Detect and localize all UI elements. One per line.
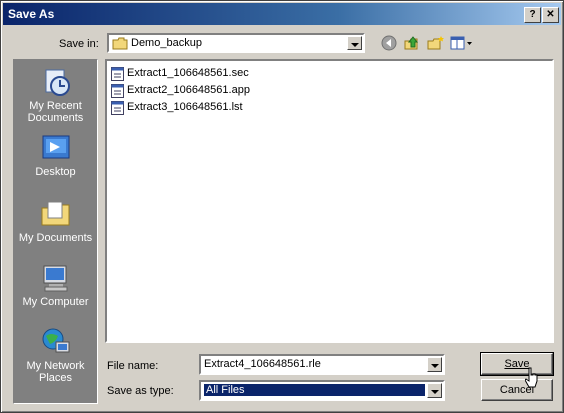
save-in-value: Demo_backup [131,37,202,49]
save-as-dialog: Save As ? ✕ Save in: Demo_backup My Rece… [0,0,564,413]
save-as-type-label: Save as type: [107,385,174,397]
place-desktop[interactable]: Desktop [14,132,97,178]
up-folder-icon[interactable] [404,35,420,51]
folder-icon [112,37,128,50]
new-folder-icon[interactable] [427,35,445,51]
file-name: Extract1_106648561.sec [127,67,249,79]
file-name-value: Extract4_106648561.rle [204,358,321,370]
my-documents-icon [41,201,69,226]
places-bar: My Recent Documents Desktop My Documents [13,59,98,404]
place-recent-documents[interactable]: My Recent Documents [14,66,97,124]
cancel-button[interactable]: Cancel [481,379,553,401]
place-my-documents[interactable]: My Documents [14,198,97,244]
file-icon [111,67,124,81]
recent-documents-icon [45,69,70,96]
save-in-dropdown[interactable]: Demo_backup [107,33,365,53]
save-button[interactable]: Save [480,352,554,376]
title-bar: Save As ? ✕ [3,3,561,25]
place-label: Desktop [35,166,76,178]
back-icon[interactable] [381,35,397,51]
file-name: Extract2_106648561.app [127,84,250,96]
save-in-label: Save in: [59,38,99,50]
file-name-label: File name: [107,360,159,372]
place-label: My Network Places [26,360,85,384]
views-menu-icon[interactable] [450,35,474,51]
chevron-down-icon[interactable] [427,357,442,372]
hand-cursor-icon [525,367,538,388]
place-label: My Computer [22,296,89,308]
place-label: My Documents [18,232,93,244]
file-name: Extract3_106648561.lst [127,101,243,113]
network-places-icon [42,328,69,353]
help-button[interactable]: ? [524,7,541,23]
my-computer-icon [43,265,67,292]
place-label: My Recent Documents [27,100,84,124]
desktop-icon [42,135,69,159]
file-icon [111,101,124,115]
save-as-type-dropdown[interactable]: All Files [199,380,445,401]
dialog-title: Save As [8,7,55,21]
file-name-input[interactable]: Extract4_106648561.rle [199,354,445,375]
file-icon [111,84,124,98]
chevron-down-icon[interactable] [427,383,442,398]
save-as-type-value: All Files [204,384,425,396]
place-network-places[interactable]: My Network Places [14,326,97,384]
place-my-computer[interactable]: My Computer [14,262,97,308]
chevron-down-icon[interactable] [347,36,362,50]
close-button[interactable]: ✕ [542,7,559,23]
file-list[interactable]: Extract1_106648561.sec Extract2_10664856… [105,59,554,343]
